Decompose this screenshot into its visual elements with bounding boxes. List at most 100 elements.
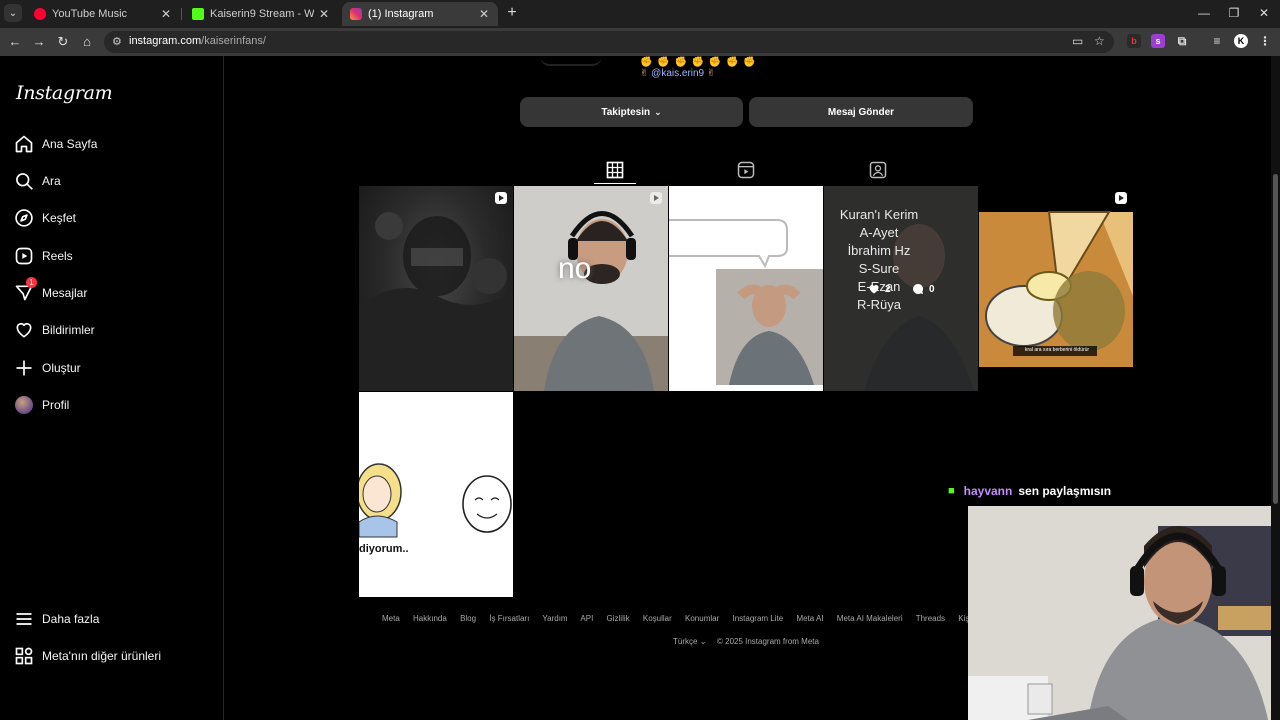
post-tile[interactable] bbox=[669, 186, 823, 391]
reels-tab-icon[interactable] bbox=[736, 160, 756, 180]
media-controls-icon[interactable]: ≡ bbox=[1210, 34, 1224, 48]
footer-link[interactable]: Threads bbox=[916, 614, 945, 623]
profile-picture-edge bbox=[540, 56, 602, 66]
close-window-icon[interactable]: ✕ bbox=[1257, 6, 1271, 20]
tab-search-button[interactable]: ⌄ bbox=[4, 4, 22, 22]
copyright-text: © 2025 Instagram from Meta bbox=[717, 637, 819, 646]
site-info-icon[interactable]: ⚙ bbox=[112, 35, 122, 48]
post-text-line: İbrahim Hz bbox=[847, 243, 911, 258]
bio-handle-link[interactable]: @kais.erin9 bbox=[651, 68, 704, 79]
nav-label: Keşfet bbox=[42, 211, 77, 225]
nav-label: Mesajlar bbox=[42, 286, 88, 300]
reload-icon[interactable]: ↻ bbox=[55, 34, 71, 50]
home-icon bbox=[15, 135, 33, 153]
post-text-line: R-Rüya bbox=[856, 297, 902, 312]
nav-label: Profil bbox=[42, 398, 70, 412]
reel-badge-icon bbox=[495, 192, 507, 204]
post-thumbnail bbox=[359, 212, 513, 391]
tab-kick-stream[interactable]: Kaiserin9 Stream - Watch Live o ✕ bbox=[184, 2, 338, 26]
post-thumbnail bbox=[669, 219, 823, 385]
post-tile[interactable] bbox=[359, 186, 513, 391]
post-subtitle: kral ara sıra berberini öldürür bbox=[1024, 347, 1090, 353]
close-tab-icon[interactable]: ✕ bbox=[478, 7, 490, 21]
browser-menu-icon[interactable]: ⋮ bbox=[1258, 34, 1272, 48]
bookmark-star-icon[interactable]: ☆ bbox=[1094, 34, 1105, 48]
close-tab-icon[interactable]: ✕ bbox=[318, 7, 330, 21]
page-scrollbar[interactable] bbox=[1271, 56, 1280, 720]
avatar bbox=[15, 396, 33, 414]
forward-icon[interactable]: → bbox=[31, 34, 47, 50]
scrollbar-thumb[interactable] bbox=[1273, 174, 1278, 504]
close-tab-icon[interactable]: ✕ bbox=[160, 7, 172, 21]
compass-icon bbox=[15, 209, 33, 227]
minimize-icon[interactable]: — bbox=[1197, 6, 1211, 20]
browser-toolbar: ← → ↻ ⌂ ⚙ instagram.com/kaiserinfans/ ▭ … bbox=[0, 28, 1280, 56]
nav-label: Reels bbox=[42, 249, 73, 263]
message-button[interactable]: Mesaj Gönder bbox=[749, 97, 973, 127]
nav-more[interactable]: Daha fazla bbox=[14, 605, 214, 633]
post-caption-text: diyorum.. bbox=[359, 543, 409, 555]
nav-label: Meta'nın diğer ürünleri bbox=[42, 649, 162, 663]
footer-link[interactable]: Yardım bbox=[542, 614, 567, 623]
post-overlay-text: no bbox=[558, 252, 592, 285]
browser-tab-bar: ⌄ YouTube Music ✕ Kaiserin9 Stream - Wat… bbox=[0, 0, 1280, 28]
youtube-music-icon bbox=[34, 8, 46, 20]
nav-search[interactable]: Ara bbox=[14, 167, 214, 195]
nav-explore[interactable]: Keşfet bbox=[14, 204, 214, 232]
footer-link[interactable]: Instagram Lite bbox=[733, 614, 784, 623]
back-icon[interactable]: ← bbox=[7, 34, 23, 50]
nav-reels[interactable]: Reels bbox=[14, 242, 214, 270]
address-bar[interactable]: ⚙ instagram.com/kaiserinfans/ ▭ ☆ bbox=[104, 31, 1114, 53]
nav-label: Daha fazla bbox=[42, 612, 100, 626]
extension-icon[interactable]: s bbox=[1151, 34, 1165, 48]
tab-youtube-music[interactable]: YouTube Music ✕ bbox=[26, 2, 180, 26]
extension-icon[interactable]: b bbox=[1127, 34, 1141, 48]
like-count: 2 bbox=[868, 283, 891, 295]
kick-icon: ■ bbox=[948, 485, 955, 497]
heart-filled-icon bbox=[869, 285, 879, 294]
footer-link[interactable]: Gizlilik bbox=[607, 614, 630, 623]
footer-link[interactable]: Blog bbox=[460, 614, 476, 623]
footer-link[interactable]: Hakkında bbox=[413, 614, 447, 623]
post-tile[interactable]: no bbox=[514, 186, 668, 391]
tab-instagram[interactable]: (1) Instagram ✕ bbox=[342, 2, 498, 26]
cast-icon[interactable]: ▭ bbox=[1072, 34, 1083, 48]
nav-create[interactable]: Oluştur bbox=[14, 354, 214, 382]
post-text-line: S-Sure bbox=[858, 261, 900, 276]
extensions-puzzle-icon[interactable]: ⧉ bbox=[1175, 34, 1189, 48]
instagram-logo[interactable]: Instagram bbox=[16, 82, 113, 104]
like-count-value: 2 bbox=[885, 283, 891, 295]
chevron-down-icon: ⌄ bbox=[654, 106, 662, 117]
url-text[interactable]: instagram.com/kaiserinfans/ bbox=[129, 35, 266, 47]
post-tile[interactable]: kral ara sıra berberini öldürür bbox=[979, 186, 1133, 391]
following-button[interactable]: Takiptesin ⌄ bbox=[520, 97, 743, 127]
footer-link[interactable]: Konumlar bbox=[685, 614, 719, 623]
post-text-line: Kuran'ı Kerim bbox=[839, 207, 919, 222]
tagged-icon[interactable] bbox=[868, 160, 888, 180]
new-tab-button[interactable]: + bbox=[504, 5, 520, 21]
nav-meta-products[interactable]: Meta'nın diğer ürünleri bbox=[14, 642, 214, 670]
webcam-overlay bbox=[968, 506, 1280, 720]
active-tab-indicator bbox=[594, 183, 636, 184]
footer-link[interactable]: İş Fırsatları bbox=[489, 614, 529, 623]
post-tile[interactable]: diyorum.. bbox=[359, 392, 513, 597]
nav-notifications[interactable]: Bildirimler bbox=[14, 316, 214, 344]
reels-icon bbox=[15, 247, 33, 265]
footer-link[interactable]: API bbox=[580, 614, 593, 623]
instagram-icon bbox=[350, 8, 362, 20]
restore-icon[interactable]: ❐ bbox=[1227, 6, 1241, 20]
footer-link[interactable]: Meta AI Makaleleri bbox=[837, 614, 903, 623]
message-label: Mesaj Gönder bbox=[827, 106, 895, 118]
nav-home[interactable]: Ana Sayfa bbox=[14, 130, 214, 158]
language-selector[interactable]: Türkçe ⌄ bbox=[673, 637, 706, 646]
footer-link[interactable]: Meta bbox=[382, 614, 400, 623]
profile-avatar-icon[interactable]: K bbox=[1234, 34, 1248, 48]
home-button-icon[interactable]: ⌂ bbox=[79, 34, 95, 50]
post-tile[interactable]: Kuran'ı Kerim A-Ayet İbrahim Hz S-Sure E… bbox=[824, 186, 978, 391]
chat-username: hayvann bbox=[963, 484, 1013, 498]
grid-icon[interactable] bbox=[605, 160, 625, 180]
nav-messages[interactable]: 1 Mesajlar bbox=[14, 277, 214, 307]
footer-link[interactable]: Meta AI bbox=[796, 614, 823, 623]
footer-link[interactable]: Koşullar bbox=[643, 614, 672, 623]
nav-profile[interactable]: Profil bbox=[14, 391, 214, 419]
